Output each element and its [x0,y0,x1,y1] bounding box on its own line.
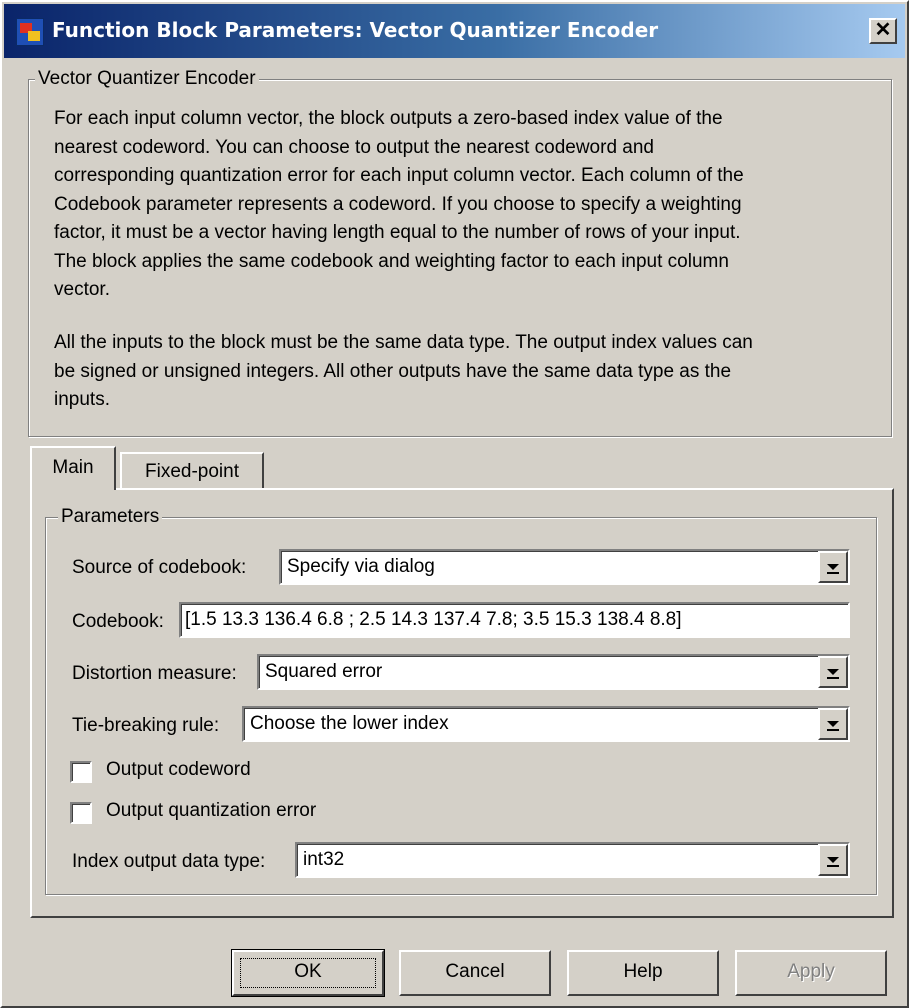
description-group-title: Vector Quantizer Encoder [35,68,259,90]
distortion-measure-select[interactable]: Squared error [257,654,850,690]
codebook-input[interactable]: [1.5 13.3 136.4 6.8 ; 2.5 14.3 137.4 7.8… [179,602,850,638]
ok-button[interactable]: OK [231,949,385,997]
tab-fixed-point-label: Fixed-point [145,461,239,482]
distortion-measure-value: Squared error [265,661,383,682]
index-output-data-type-label: Index output data type: [72,851,266,872]
output-quantization-error-checkbox[interactable] [70,802,92,824]
description-line: nearest codeword. You can choose to outp… [54,136,654,158]
output-codeword-checkbox[interactable] [70,761,92,783]
chevron-down-icon[interactable] [818,551,848,583]
tie-breaking-rule-label: Tie-breaking rule: [72,715,220,736]
tab-fixed-point[interactable]: Fixed-point [120,452,264,490]
help-button[interactable]: Help [567,950,719,996]
output-quantization-error-label[interactable]: Output quantization error [106,800,316,822]
source-of-codebook-select[interactable]: Specify via dialog [279,549,850,585]
close-button[interactable]: ✕ [869,18,897,44]
description-line: vector. [54,279,110,300]
output-codeword-label[interactable]: Output codeword [106,759,251,781]
description-line: be signed or unsigned integers. All othe… [54,360,732,382]
tab-main-label: Main [52,457,94,478]
description-paragraph-2: All the inputs to the block must be the … [54,329,854,415]
title-bar[interactable]: Function Block Parameters: Vector Quanti… [4,4,905,58]
window-title: Function Block Parameters: Vector Quanti… [52,18,659,42]
apply-button-label: Apply [787,961,835,982]
description-line: The block applies the same codebook and … [54,250,729,272]
distortion-measure-label: Distortion measure: [72,663,237,684]
description-line: All the inputs to the block must be the … [54,332,753,353]
chevron-down-icon[interactable] [818,844,848,876]
tie-breaking-rule-select[interactable]: Choose the lower index [242,706,850,742]
codebook-label: Codebook: [72,611,164,632]
tab-main[interactable]: Main [30,446,116,490]
chevron-down-icon[interactable] [818,708,848,740]
simulink-block-icon [16,18,44,46]
help-button-label: Help [623,961,663,982]
description-line: corresponding quantization error for eac… [54,165,744,186]
chevron-down-icon[interactable] [818,656,848,688]
tie-breaking-rule-value: Choose the lower index [250,713,449,734]
cancel-button-label: Cancel [445,961,505,982]
index-output-data-type-value: int32 [303,849,345,870]
close-icon: ✕ [874,19,892,41]
description-line: factor, it must be a vector having lengt… [54,222,741,243]
codebook-value: [1.5 13.3 136.4 6.8 ; 2.5 14.3 137.4 7.8… [185,609,682,630]
description-line: For each input column vector, the block … [54,108,723,129]
source-of-codebook-label: Source of codebook: [72,557,247,578]
description-line: Codebook parameter represents a codeword… [54,193,742,215]
source-of-codebook-value: Specify via dialog [287,556,435,577]
apply-button: Apply [735,950,887,996]
cancel-button[interactable]: Cancel [399,950,551,996]
index-output-data-type-select[interactable]: int32 [295,842,850,878]
description-paragraph-1: For each input column vector, the block … [54,105,854,305]
description-line: inputs. [54,389,110,410]
parameters-group-title: Parameters [58,506,163,528]
dialog-window: Function Block Parameters: Vector Quanti… [0,0,909,1008]
